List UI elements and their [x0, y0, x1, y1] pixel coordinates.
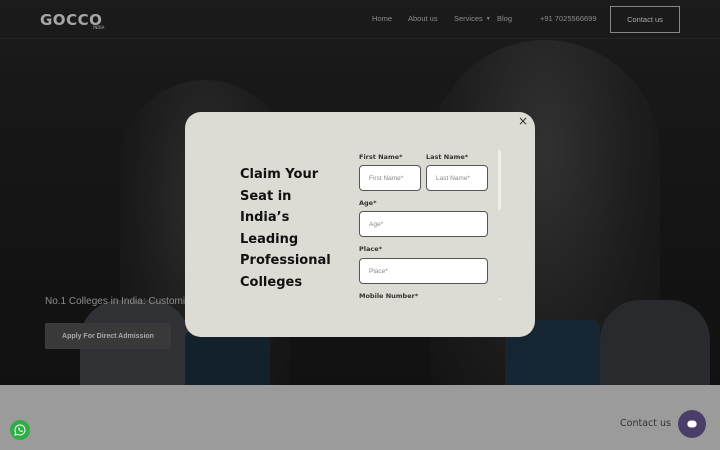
first-name-field[interactable]: First Name*	[359, 165, 421, 191]
first-name-label: First Name*	[359, 153, 403, 161]
whatsapp-icon[interactable]	[10, 420, 30, 440]
last-name-field[interactable]: Last Name*	[426, 165, 488, 191]
chat-widget-label[interactable]: Contact us	[620, 418, 671, 429]
age-field[interactable]: Age*	[359, 211, 488, 237]
age-label: Age*	[359, 199, 377, 207]
form-scrollbar-end	[499, 298, 501, 300]
whatsapp-glyph	[14, 424, 26, 436]
enquiry-form: First Name* Last Name* First Name* Last …	[359, 150, 507, 300]
place-field[interactable]: Place*	[359, 258, 488, 284]
place-label: Place*	[359, 245, 383, 253]
modal-heading: Claim Your Seat in India’s Leading Profe…	[240, 167, 331, 290]
chat-bubble-glyph	[687, 420, 697, 428]
mobile-number-label: Mobile Number*	[359, 292, 419, 300]
close-icon[interactable]: ×	[518, 114, 528, 128]
last-name-label: Last Name*	[426, 153, 469, 161]
enquiry-modal: × Claim Your Seat in India’s Leading Pro…	[185, 112, 535, 337]
form-scrollbar[interactable]	[498, 150, 501, 210]
chat-icon[interactable]	[678, 410, 706, 438]
